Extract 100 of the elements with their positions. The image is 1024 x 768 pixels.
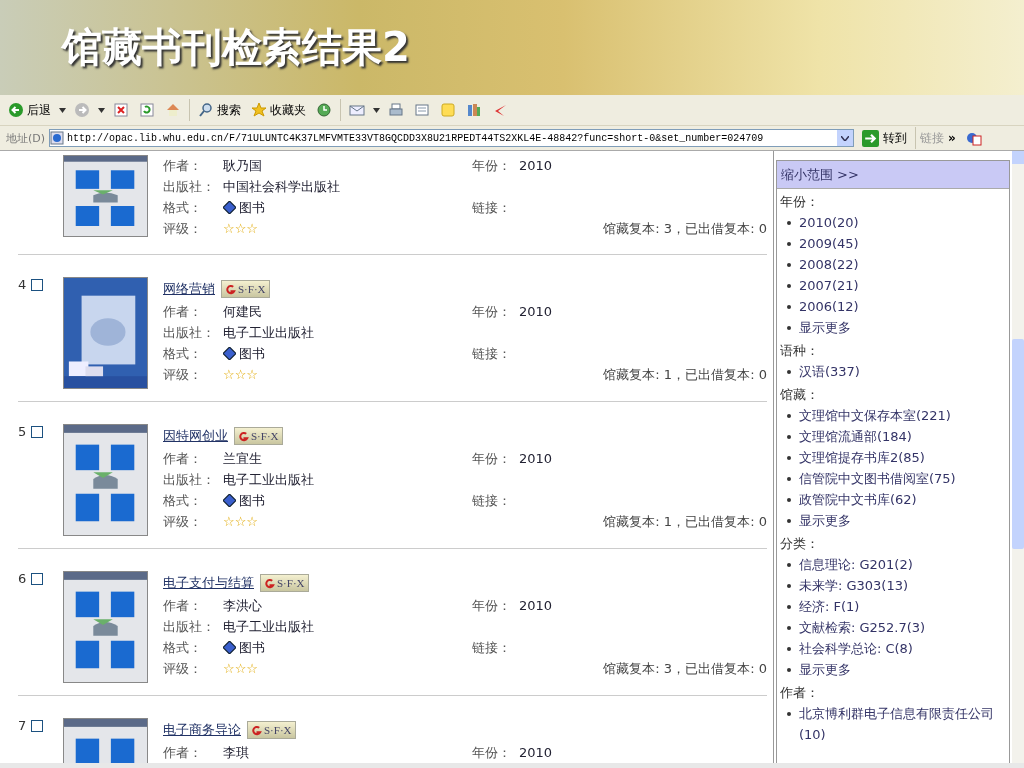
facet-link[interactable]: 社会科学总论: C(8): [798, 638, 913, 659]
publisher-value: 中国社会科学出版社: [223, 177, 341, 196]
address-label: 地址(D): [6, 130, 46, 146]
title-link[interactable]: 因特网创业: [163, 427, 228, 445]
holdings-text: 馆藏复本: 1，已出借复本: 0: [603, 365, 767, 384]
field-label: 出版社：: [163, 177, 216, 196]
facet-link[interactable]: 文理馆中文保存本室(221): [798, 405, 951, 426]
field-label: 年份：: [472, 743, 512, 762]
diamond-icon: [223, 201, 236, 214]
title-link[interactable]: 电子支付与结算: [163, 574, 254, 592]
publisher-value: 电子工业出版社: [223, 470, 315, 489]
record-number: 4: [18, 277, 27, 292]
facet-link[interactable]: 未来学: G303(13): [798, 575, 908, 596]
facet-link[interactable]: 文理馆流通部(184): [798, 426, 912, 447]
printer-icon[interactable]: [388, 102, 404, 118]
dropdown-button[interactable]: [837, 130, 854, 146]
facet-link[interactable]: 2007(21): [798, 275, 859, 296]
field-label: 链接：: [472, 198, 512, 217]
title-link[interactable]: 电子商务导论: [163, 721, 241, 739]
format-value: 图书: [239, 491, 265, 510]
facet-link[interactable]: 2010(20): [798, 212, 859, 233]
bullet-icon: [786, 456, 791, 460]
favorites-button[interactable]: 收藏夹: [249, 101, 308, 119]
facet-link[interactable]: 2008(22): [798, 254, 859, 275]
books-icon[interactable]: [466, 102, 482, 118]
diamond-icon: [223, 641, 236, 654]
scrollbar[interactable]: [1012, 151, 1024, 763]
bullet-icon: [786, 668, 791, 672]
record-number: 6: [18, 571, 27, 586]
caret-icon: [841, 135, 850, 141]
field-label: 格式：: [163, 344, 203, 363]
facet-link[interactable]: 文献检索: G252.7(3): [798, 617, 926, 638]
slide-title: 馆藏书刊检索结果2: [62, 23, 410, 72]
field-label: 格式：: [163, 491, 203, 510]
facet-link[interactable]: 显示更多: [798, 317, 851, 338]
facet-link[interactable]: 信息理论: G201(2): [798, 554, 913, 575]
facet-heading: 馆藏：: [779, 387, 819, 402]
checkbox[interactable]: [31, 573, 44, 585]
format-value: 图书: [239, 344, 265, 363]
home-icon[interactable]: [165, 102, 181, 118]
field-label: 年份：: [472, 449, 512, 468]
field-label: 作者：: [163, 156, 203, 175]
envelope-icon[interactable]: [349, 102, 365, 118]
publisher-value: 电子工业出版社: [223, 323, 315, 342]
refresh-icon[interactable]: [139, 102, 155, 118]
field-label: 格式：: [163, 638, 203, 657]
facet-link[interactable]: 2009(45): [798, 233, 859, 254]
year-value: 2010: [519, 304, 553, 319]
checkbox[interactable]: [31, 279, 44, 291]
caret-icon[interactable]: [98, 107, 105, 113]
caret-icon[interactable]: [373, 107, 380, 113]
year-value: 2010: [519, 451, 553, 466]
bullet-icon: [786, 263, 791, 267]
facet-link[interactable]: 显示更多: [798, 659, 851, 680]
chevron-button[interactable]: »: [948, 131, 956, 145]
panel-header[interactable]: 缩小范围 >>: [776, 161, 1009, 189]
sfx-link[interactable]: S·F·X: [234, 427, 283, 445]
swirl-icon: [225, 283, 236, 295]
field-label: 链接：: [472, 638, 512, 657]
sfx-link[interactable]: S·F·X: [247, 721, 296, 739]
bullet-icon: [786, 605, 791, 609]
format-value: 图书: [239, 198, 265, 217]
facet-heading: 作者：: [779, 685, 819, 700]
facet-link[interactable]: 政管院中文书库(62): [798, 489, 917, 510]
facet-link[interactable]: 信管院中文图书借阅室(75): [798, 468, 956, 489]
history-icon[interactable]: [316, 102, 332, 118]
record-number: 7: [18, 718, 27, 733]
back-button[interactable]: 后退: [6, 101, 53, 119]
field-label: 评级：: [163, 659, 203, 678]
field-label: 链接：: [472, 491, 512, 510]
bullet-icon: [786, 284, 791, 288]
pdf-icon[interactable]: [965, 130, 982, 146]
checkbox[interactable]: [31, 720, 44, 732]
stop-icon[interactable]: [113, 102, 129, 118]
field-label: 评级：: [163, 512, 203, 531]
author-value: 李琪: [223, 743, 250, 762]
facet-link[interactable]: 显示更多: [798, 510, 851, 531]
rating-stars: ☆☆☆: [223, 221, 259, 236]
facet-link[interactable]: 汉语(337): [798, 361, 860, 382]
holdings-text: 馆藏复本: 3，已出借复本: 0: [603, 219, 767, 238]
search-button[interactable]: 搜索: [196, 101, 243, 119]
field-label: 年份：: [472, 596, 512, 615]
year-value: 2010: [519, 158, 553, 173]
sfx-link[interactable]: S·F·X: [221, 280, 270, 298]
facet-heading: 语种：: [779, 343, 819, 358]
bullet-icon: [786, 414, 791, 418]
bullet-icon: [786, 647, 791, 651]
facet-link[interactable]: 经济: F(1): [798, 596, 860, 617]
sfx-link[interactable]: S·F·X: [260, 574, 309, 592]
field-label: 作者：: [163, 596, 203, 615]
checkbox[interactable]: [31, 426, 44, 438]
record-number: 5: [18, 424, 27, 439]
facet-link[interactable]: 2006(12): [798, 296, 859, 317]
go-button[interactable]: 转到: [858, 129, 912, 147]
facet-link[interactable]: 文理馆提存书库2(85): [798, 447, 925, 468]
title-link[interactable]: 网络营销: [163, 280, 215, 298]
search-icon: [198, 102, 214, 118]
caret-icon[interactable]: [59, 107, 66, 113]
facet-link[interactable]: 北京博利群电子信息有限责任公司(10): [798, 703, 1009, 745]
address-field[interactable]: http://opac.lib.whu.edu.cn/F/71ULUNTC4K37LMFVMTE33VT8GQCDD3X8U21RPEDT44TS2XKL4E-48842?func=short-0&set_number=024709: [49, 129, 855, 147]
